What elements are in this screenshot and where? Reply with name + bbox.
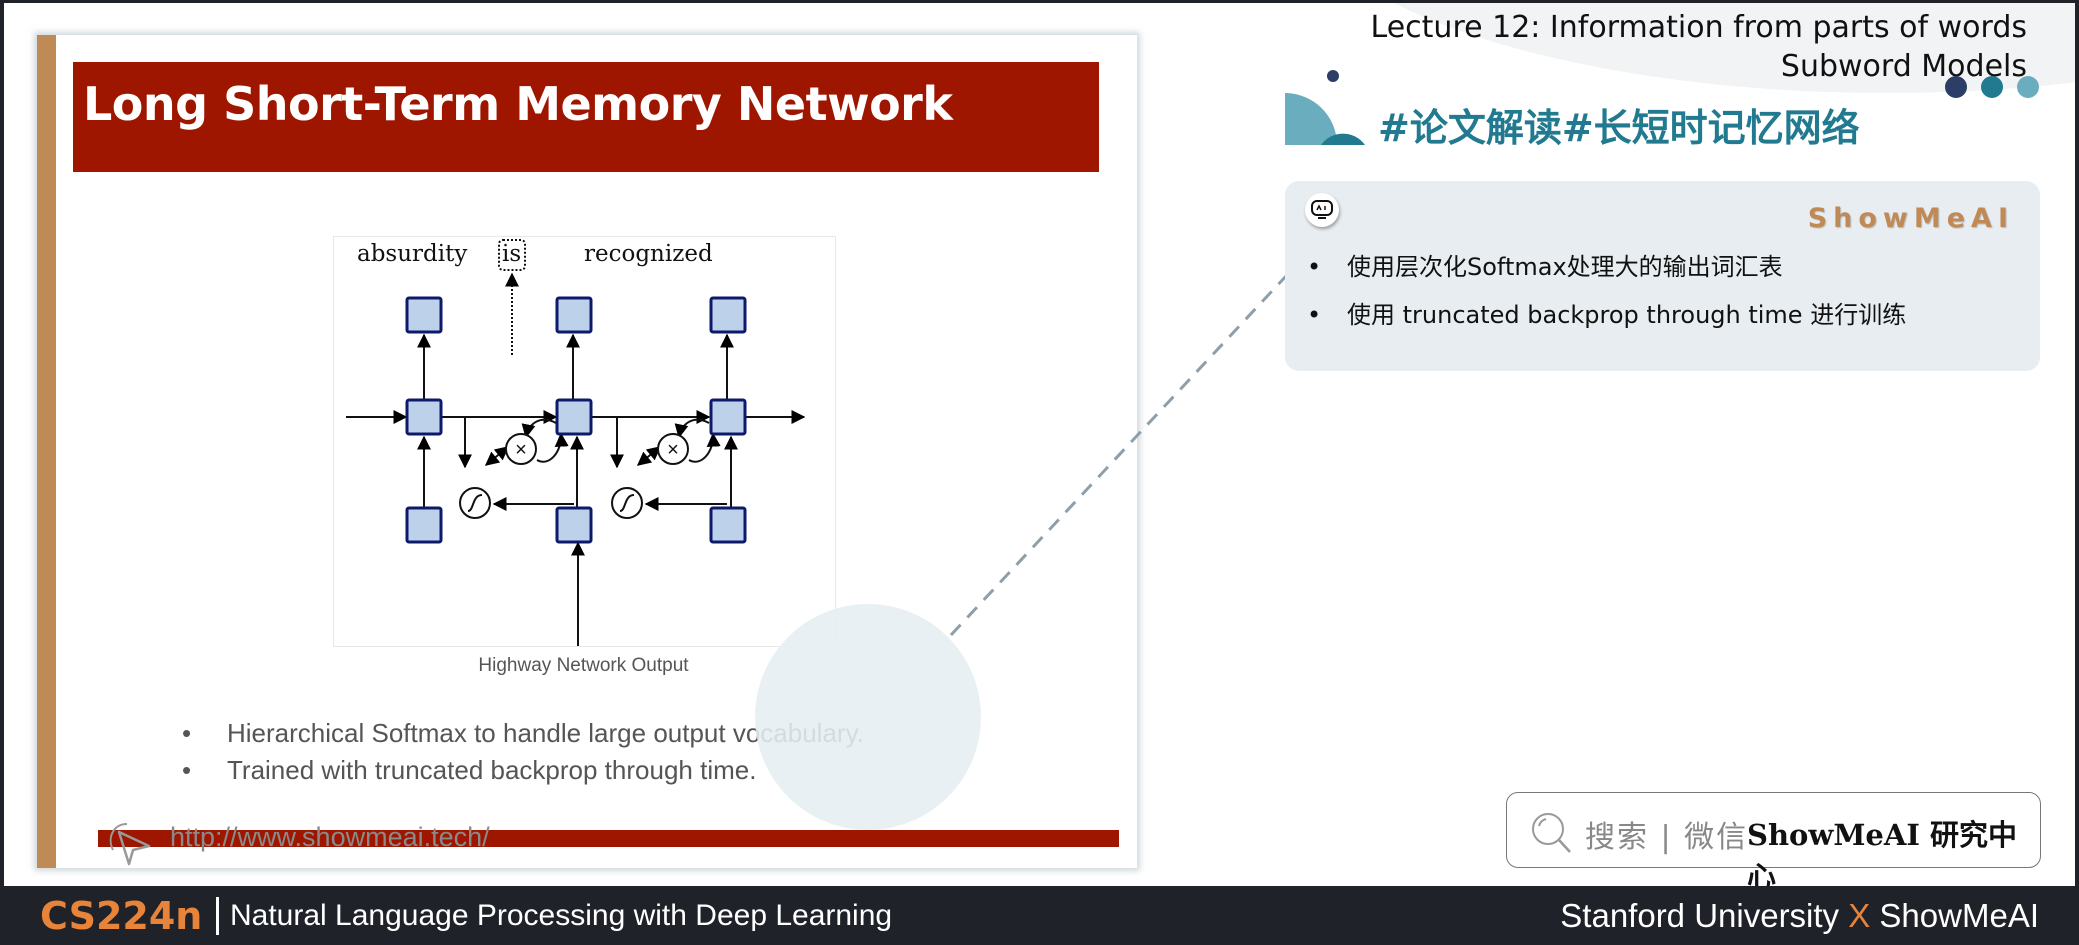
notes-card: ShowMeAI • 使用层次化Softmax处理大的输出词汇表 • 使用 trun… <box>1285 181 2040 371</box>
partner-x: X <box>1848 897 1871 934</box>
page-canvas: Long Short-Term Memory Network absurdity… <box>4 3 2075 886</box>
card-bullet: • 使用 truncated backprop through time 进行训练 <box>1307 291 1906 339</box>
dot-navy <box>1945 76 1967 98</box>
partner-credit: Stanford University X ShowMeAI <box>1560 897 2039 935</box>
callout-dashed-connector <box>949 273 1289 637</box>
search-label: 搜索 | 微信 <box>1585 820 1749 855</box>
ai-robot-icon <box>1305 193 1339 227</box>
card-bullet-text: 使用 truncated backprop through time 进行训练 <box>1347 301 1907 329</box>
card-bullet-text: 使用层次化Softmax处理大的输出词汇表 <box>1347 253 1783 281</box>
section-title: #论文解读#长短时记忆网络 <box>1378 106 1860 150</box>
card-brand: ShowMeAI <box>1807 203 2014 234</box>
search-icon <box>1532 813 1571 853</box>
course-code: CS224n <box>40 894 203 938</box>
lecture-title: Lecture 12: Information from parts of wo… <box>1371 8 2027 86</box>
partner-right: ShowMeAI <box>1879 897 2039 934</box>
card-bullet: • 使用层次化Softmax处理大的输出词汇表 <box>1307 243 1906 291</box>
lecture-title-line1: Lecture 12: Information from parts of wo… <box>1370 10 2027 45</box>
bullet-dot: • <box>1307 253 1322 281</box>
bullet-dot: • <box>1307 301 1322 329</box>
lecture-title-line2: Subword Models <box>1780 49 2027 84</box>
section-decoration-icon <box>1285 70 1365 145</box>
footer-bar: CS224n Natural Language Processing with … <box>0 886 2079 945</box>
wechat-search-box[interactable]: 搜索 | 微信 ShowMeAI 研究中心 <box>1506 792 2041 886</box>
card-bullet-list: • 使用层次化Softmax处理大的输出词汇表 • 使用 truncated bac… <box>1307 243 1906 339</box>
footer-separator <box>216 897 219 935</box>
partner-left: Stanford University <box>1560 897 1840 934</box>
search-brand: ShowMeAI 研究中心 <box>1747 818 2018 886</box>
callout-bubble <box>755 604 981 830</box>
dot-teal-light <box>2017 76 2039 98</box>
course-subtitle: Natural Language Processing with Deep Le… <box>230 899 893 932</box>
dot-teal <box>1981 76 2003 98</box>
